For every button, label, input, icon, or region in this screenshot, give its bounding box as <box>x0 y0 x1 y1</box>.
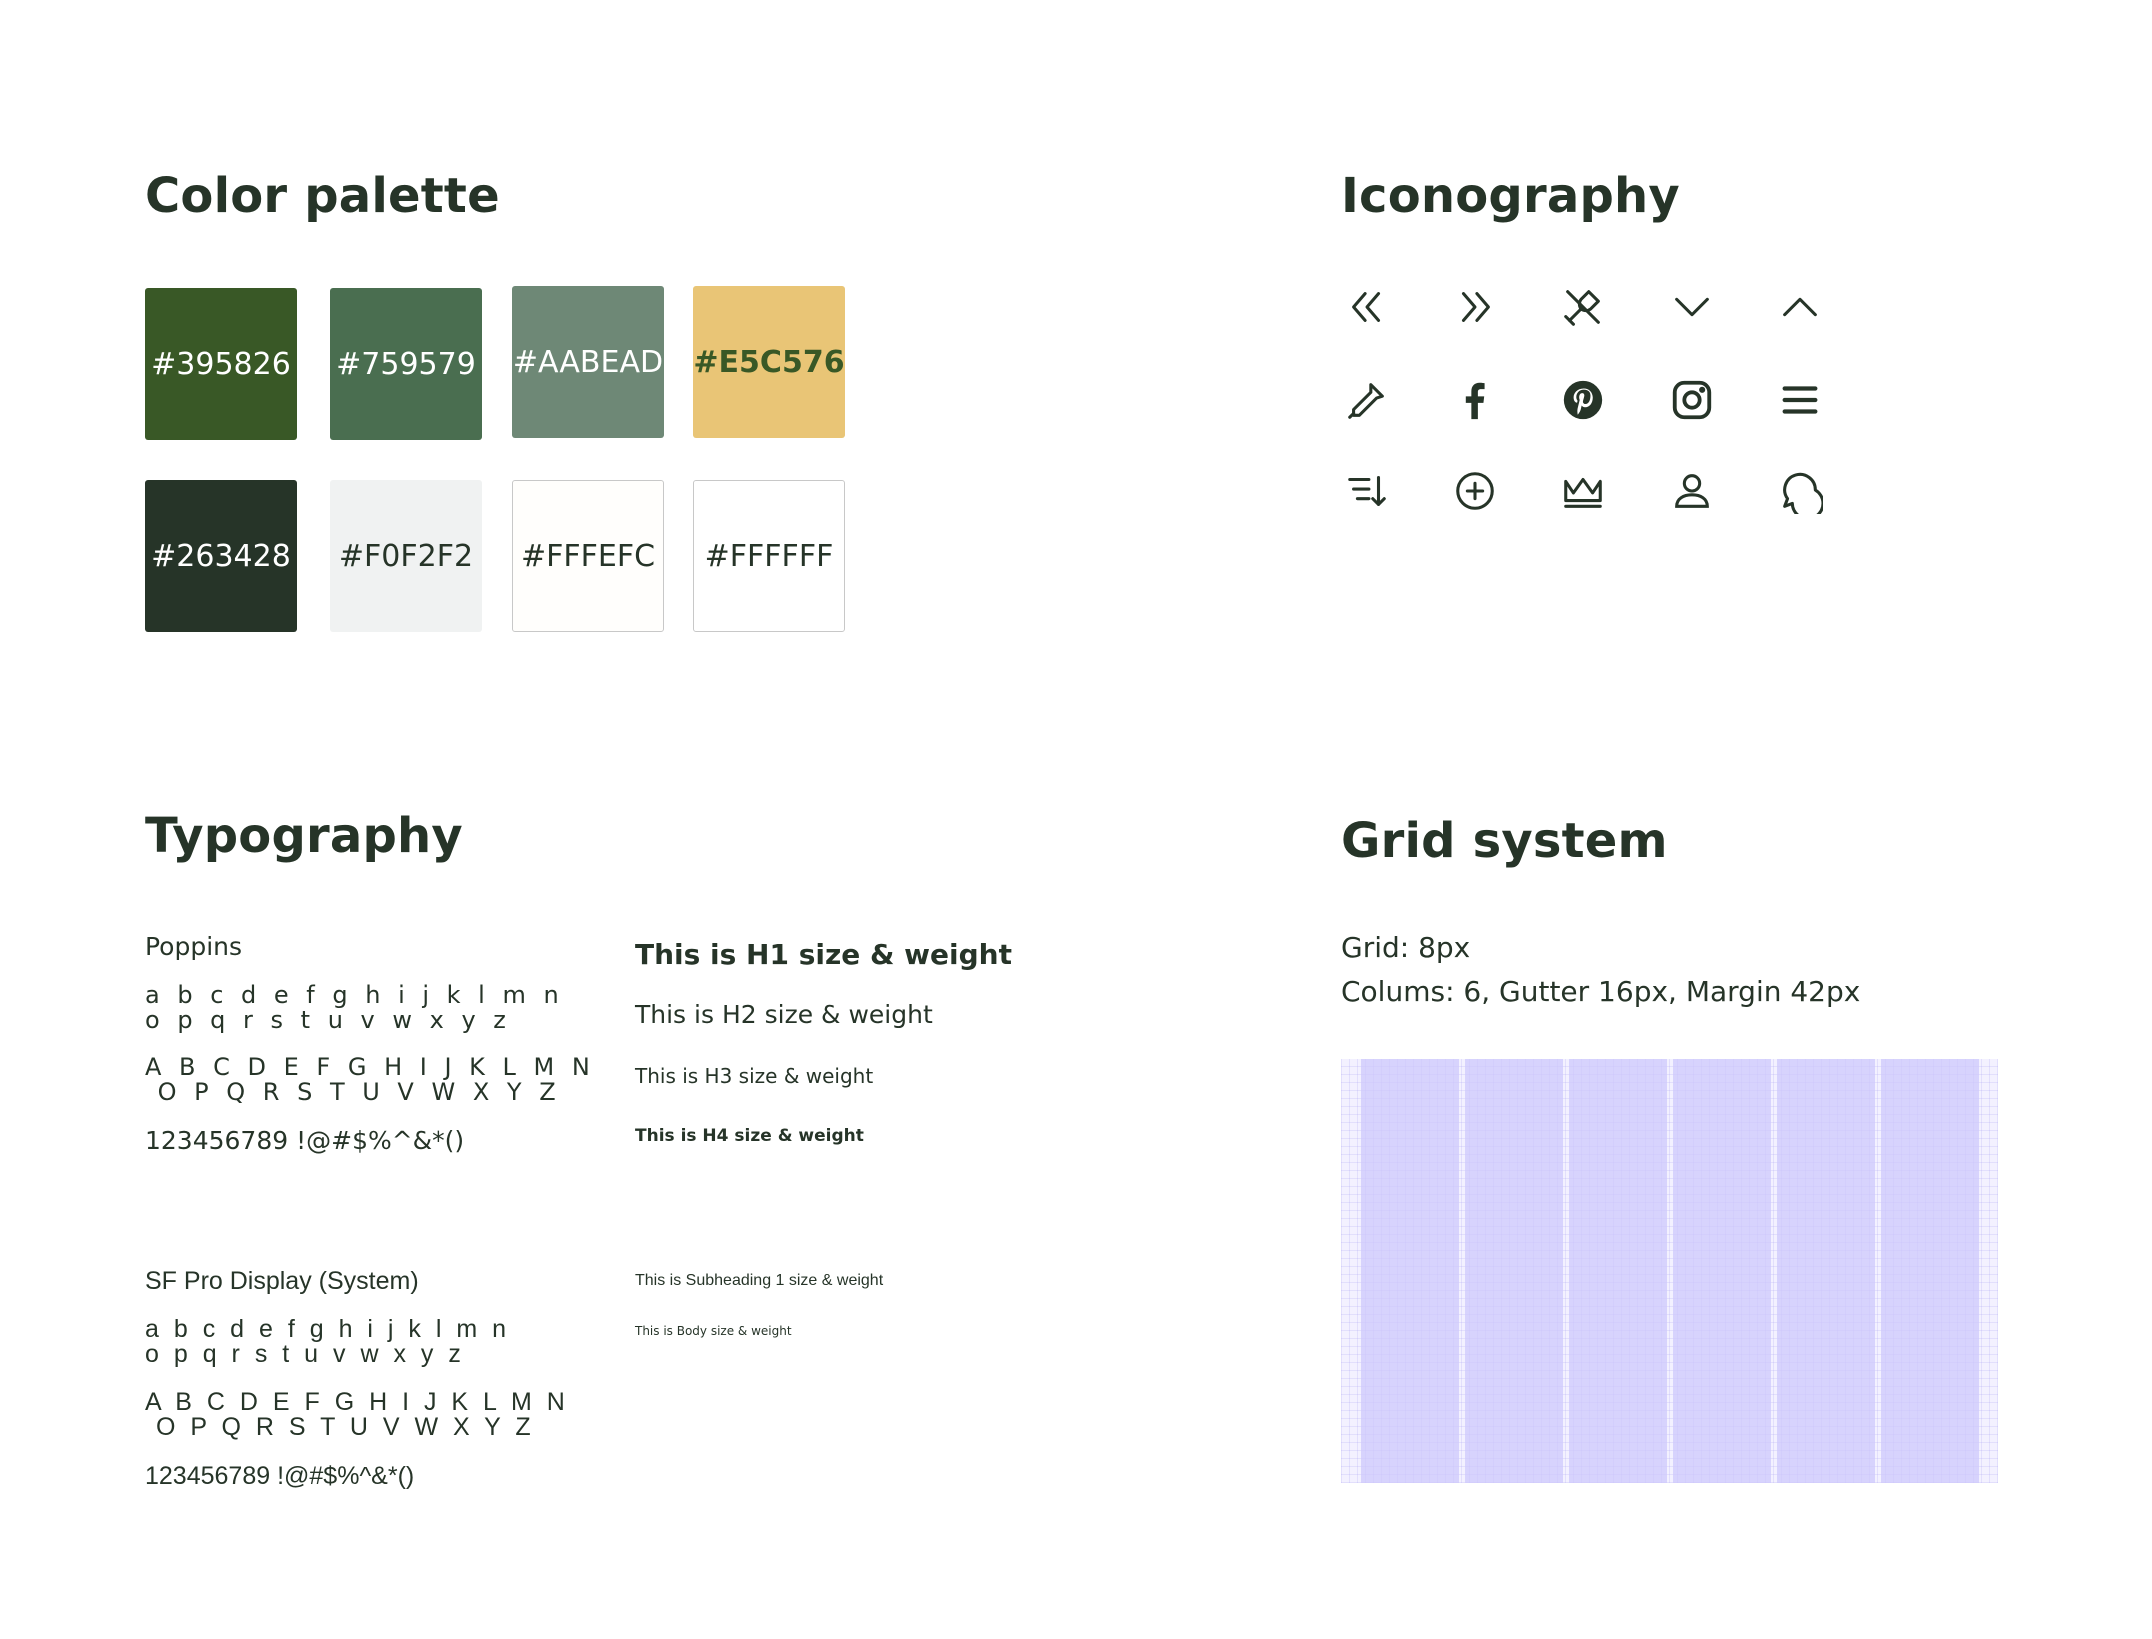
swatch-aabead: #AABEAD <box>512 286 664 438</box>
pinterest-icon[interactable] <box>1555 372 1611 428</box>
font-name: SF Pro Display (System) <box>145 1267 419 1295</box>
columns-text: Colums: 6, Gutter 16px, Margin 42px <box>1341 975 1861 1008</box>
h1-sample: This is H1 size & weight <box>635 938 1013 971</box>
chevron-up-icon[interactable] <box>1772 279 1828 335</box>
grid-column <box>1465 1059 1563 1483</box>
swatch-f0f2f2: #F0F2F2 <box>330 480 482 632</box>
swatch-263428: #263428 <box>145 480 297 632</box>
grid-column <box>1881 1059 1979 1483</box>
chat-bubble-icon[interactable] <box>1772 463 1828 519</box>
subheading1-sample: This is Subheading 1 size & weight <box>635 1272 884 1289</box>
grid-column <box>1777 1059 1875 1483</box>
menu-icon[interactable] <box>1772 372 1828 428</box>
uppercase-row-1: A B C D E F G H I J K L M N <box>145 1053 595 1081</box>
typography-title: Typography <box>145 808 463 864</box>
dropper-icon[interactable] <box>1339 372 1395 428</box>
lowercase-row-2: o p q r s t u v w x y z <box>145 1340 465 1368</box>
swatch-395826: #395826 <box>145 288 297 440</box>
color-palette-title: Color palette <box>145 168 500 224</box>
crown-icon[interactable] <box>1555 463 1611 519</box>
swatch-759579: #759579 <box>330 288 482 440</box>
wine-off-icon[interactable] <box>1555 279 1611 335</box>
grid-column <box>1569 1059 1667 1483</box>
swatch-ffffff: #FFFFFF <box>693 480 845 632</box>
font-name: Poppins <box>145 932 243 961</box>
swatch-fffefc: #FFFEFC <box>512 480 664 632</box>
instagram-icon[interactable] <box>1664 372 1720 428</box>
user-icon[interactable] <box>1664 463 1720 519</box>
iconography-title: Iconography <box>1341 168 1680 224</box>
symbols-row: 123456789 !@#$%^&*() <box>145 1126 465 1155</box>
lowercase-row-1: a b c d e f g h i j k l m n <box>145 981 564 1009</box>
uppercase-row-2: O P Q R S T U V W X Y Z <box>145 1078 561 1106</box>
h2-sample: This is H2 size & weight <box>635 1000 933 1029</box>
grid-column <box>1673 1059 1771 1483</box>
double-chevron-left-icon[interactable] <box>1339 279 1395 335</box>
swatch-e5c576: #E5C576 <box>693 286 845 438</box>
body-sample: This is Body size & weight <box>635 1324 792 1338</box>
uppercase-row-2: O P Q R S T U V W X Y Z <box>145 1413 535 1441</box>
facebook-icon[interactable] <box>1447 372 1503 428</box>
chevron-down-icon[interactable] <box>1664 279 1720 335</box>
grid-size-text: Grid: 8px <box>1341 931 1471 964</box>
lowercase-row-2: o p q r s t u v w x y z <box>145 1006 511 1034</box>
grid-system-title: Grid system <box>1341 813 1668 869</box>
symbols-row: 123456789 !@#$%^&*() <box>145 1462 415 1490</box>
grid-column <box>1361 1059 1459 1483</box>
sort-descending-icon[interactable] <box>1339 463 1395 519</box>
h4-sample: This is H4 size & weight <box>635 1126 864 1146</box>
lowercase-row-1: a b c d e f g h i j k l m n <box>145 1315 511 1343</box>
grid-preview <box>1341 1059 1998 1483</box>
h3-sample: This is H3 size & weight <box>635 1064 874 1088</box>
uppercase-row-1: A B C D E F G H I J K L M N <box>145 1388 569 1416</box>
double-chevron-right-icon[interactable] <box>1447 279 1503 335</box>
plus-circle-icon[interactable] <box>1447 463 1503 519</box>
